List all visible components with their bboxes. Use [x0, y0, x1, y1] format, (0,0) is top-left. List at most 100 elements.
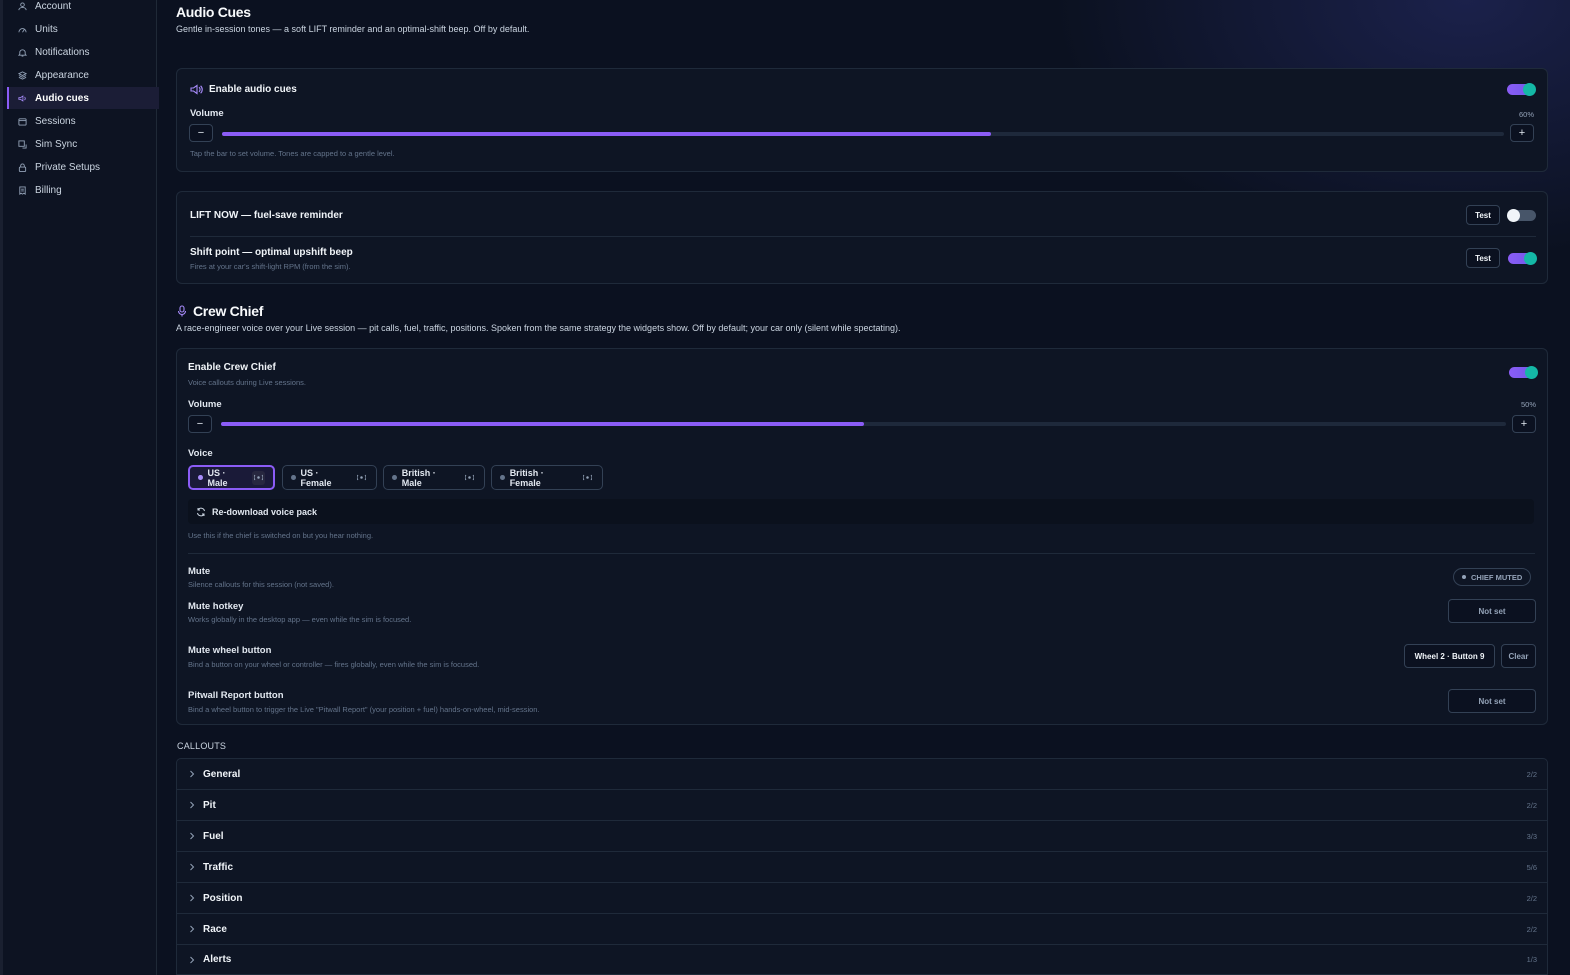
callout-group-general[interactable]: General 2/2 — [176, 758, 1548, 790]
crew-chief-title: Crew Chief — [193, 303, 264, 319]
callout-group-name: Traffic — [203, 861, 234, 873]
preview-voice-icon[interactable] — [463, 471, 476, 485]
callout-group-name: Fuel — [203, 830, 224, 842]
shift-point-toggle[interactable] — [1508, 252, 1537, 265]
callout-group-name: Position — [203, 892, 243, 904]
voice-option-us-male[interactable]: US · Male — [188, 465, 275, 490]
audio-volume-slider[interactable] — [222, 132, 1504, 136]
settings-main: Audio Cues Gentle in-session tones — a s… — [176, 0, 1548, 975]
sidebar-item-private-setups[interactable]: Private Setups — [7, 156, 159, 178]
voice-option-british-female[interactable]: British · Female — [491, 465, 603, 490]
callout-group-pit[interactable]: Pit 2/2 — [176, 790, 1548, 821]
shift-point-subtitle: Fires at your car's shift-light RPM (fro… — [190, 262, 351, 271]
audio-volume-fill — [222, 132, 992, 136]
chevron-right-icon — [189, 894, 201, 902]
sidebar-item-appearance[interactable]: Appearance — [7, 64, 159, 86]
audio-volume-decrease-button[interactable]: − — [189, 124, 213, 142]
voice-option-label: US · Male — [207, 467, 228, 488]
mute-wheel-title: Mute wheel button — [188, 645, 272, 656]
gauge-icon — [18, 25, 27, 34]
callout-group-name: General — [203, 768, 241, 780]
divider — [190, 236, 1536, 237]
sidebar-item-label: Notifications — [35, 46, 90, 58]
callouts-heading: CALLOUTS — [177, 741, 227, 751]
shift-point-title: Shift point — optimal upshift beep — [190, 247, 353, 258]
callout-group-traffic[interactable]: Traffic 5/6 — [176, 852, 1548, 883]
callout-group-name: Race — [203, 923, 227, 935]
audio-volume-increase-button[interactable]: + — [1510, 124, 1534, 142]
audio-volume-label: Volume — [190, 108, 224, 119]
voice-option-british-male[interactable]: British · Male — [383, 465, 485, 490]
mute-hotkey-title: Mute hotkey — [188, 601, 244, 612]
radio-dot — [500, 475, 505, 480]
chevron-right-icon — [189, 832, 201, 840]
chief-volume-slider[interactable] — [221, 422, 1506, 426]
pitwall-report-subtitle: Bind a wheel button to trigger the Live … — [188, 705, 540, 714]
sidebar-item-billing[interactable]: Billing — [7, 179, 159, 201]
voice-option-label: US · Female — [300, 467, 332, 488]
pitwall-report-button[interactable]: Not set — [1448, 689, 1536, 713]
redownload-voice-pack-button[interactable]: Re-download voice pack — [188, 499, 1534, 524]
sidebar-item-units[interactable]: Units — [7, 18, 159, 40]
voice-label: Voice — [188, 448, 213, 459]
sidebar-item-label: Appearance — [35, 69, 89, 81]
callout-group-position[interactable]: Position 2/2 — [176, 883, 1548, 914]
voice-option-label: British · Female — [509, 467, 544, 488]
chief-muted-label: CHIEF MUTED — [1471, 572, 1523, 582]
redownload-label: Re-download voice pack — [212, 506, 318, 517]
chief-muted-badge[interactable]: CHIEF MUTED — [1453, 568, 1532, 586]
chevron-right-icon — [189, 863, 201, 871]
mute-hotkey-button[interactable]: Not set — [1448, 599, 1536, 623]
chief-volume-increase-button[interactable]: + — [1512, 415, 1536, 433]
crew-chief-card: Enable Crew Chief Voice callouts during … — [176, 348, 1548, 725]
lift-now-toggle[interactable] — [1507, 209, 1536, 222]
layers-icon — [18, 70, 27, 80]
sidebar-item-audio-cues[interactable]: Audio cues — [7, 87, 159, 109]
callout-group-count: 2/2 — [1526, 924, 1537, 934]
callout-group-count: 2/2 — [1526, 893, 1537, 903]
audio-cues-card: Enable audio cues Volume 60% − + Tap the… — [176, 68, 1548, 172]
sidebar-item-label: Sim Sync — [35, 138, 78, 150]
user-icon — [18, 1, 27, 11]
status-dot — [1462, 575, 1466, 579]
sidebar-item-label: Units — [35, 23, 58, 35]
lift-test-button[interactable]: Test — [1466, 205, 1500, 225]
callout-group-count: 3/3 — [1526, 831, 1537, 841]
chief-volume-decrease-button[interactable]: − — [188, 415, 212, 433]
audio-volume-hint: Tap the bar to set volume. Tones are cap… — [190, 149, 395, 158]
voice-option-us-female[interactable]: US · Female — [282, 465, 377, 490]
enable-audio-cues-toggle[interactable] — [1507, 83, 1536, 96]
chevron-right-icon — [189, 801, 201, 809]
sidebar-item-notifications[interactable]: Notifications — [7, 41, 159, 63]
preview-voice-icon[interactable] — [581, 471, 594, 485]
clear-wheel-binding-button[interactable]: Clear — [1501, 644, 1536, 668]
chevron-right-icon — [189, 770, 201, 778]
chief-volume-fill — [221, 422, 864, 426]
mute-wheel-binding-button[interactable]: Wheel 2 · Button 9 — [1404, 644, 1495, 668]
enable-crew-chief-toggle[interactable] — [1509, 366, 1538, 379]
callout-group-fuel[interactable]: Fuel 3/3 — [176, 821, 1548, 852]
mute-wheel-subtitle: Bind a button on your wheel or controlle… — [188, 660, 480, 669]
preview-voice-icon[interactable] — [355, 471, 368, 485]
radio-dot — [392, 475, 397, 480]
callout-group-count: 2/2 — [1526, 769, 1537, 779]
audio-cues-description: Gentle in-session tones — a soft LIFT re… — [176, 24, 530, 34]
settings-sidebar: Account Units Notifications Appearance A… — [0, 0, 159, 975]
chevron-right-icon — [189, 925, 201, 933]
mute-hotkey-subtitle: Works globally in the desktop app — even… — [188, 615, 412, 624]
preview-voice-icon[interactable] — [252, 470, 265, 485]
sidebar-item-account[interactable]: Account — [7, 0, 159, 17]
bell-icon — [18, 48, 27, 57]
sidebar-item-sessions[interactable]: Sessions — [7, 110, 159, 132]
callout-group-alerts[interactable]: Alerts 1/3 — [176, 945, 1548, 975]
radio-dot — [291, 475, 296, 480]
sidebar-item-label: Sessions — [35, 115, 76, 127]
sidebar-item-sim-sync[interactable]: Sim Sync — [7, 133, 159, 155]
pitwall-report-title: Pitwall Report button — [188, 690, 284, 701]
shift-test-button[interactable]: Test — [1466, 248, 1500, 268]
voice-option-label: British · Male — [401, 467, 436, 488]
radio-dot — [198, 475, 203, 480]
callout-group-race[interactable]: Race 2/2 — [176, 914, 1548, 945]
speaker-icon — [18, 94, 27, 103]
sync-icon — [18, 139, 27, 149]
